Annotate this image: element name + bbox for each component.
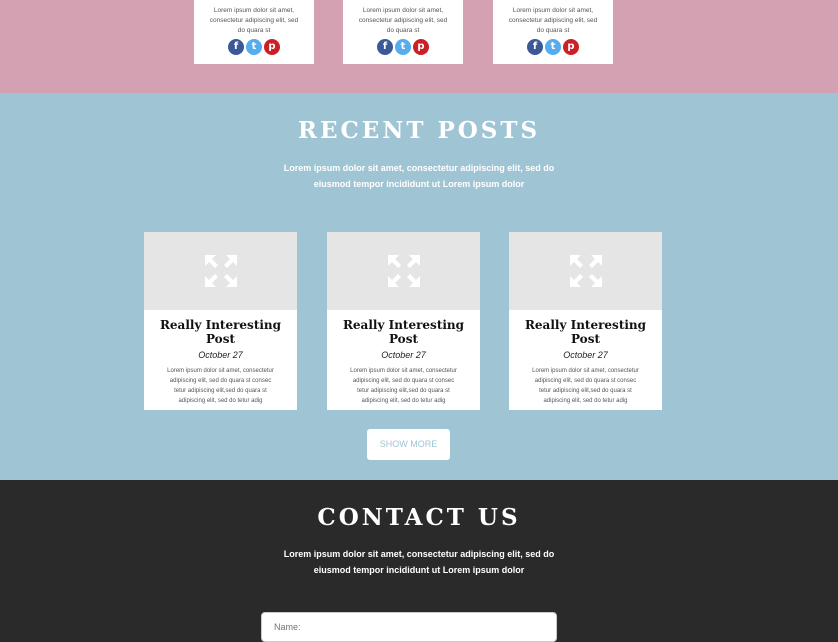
post-date: October 27 bbox=[198, 350, 243, 360]
pinterest-icon[interactable]: p bbox=[264, 39, 280, 55]
post-title[interactable]: Really Interesting Post bbox=[144, 318, 297, 346]
section-title: RECENT POSTS bbox=[297, 117, 541, 144]
post-image bbox=[509, 232, 662, 310]
twitter-icon[interactable]: t bbox=[545, 39, 561, 55]
contact-section: CONTACT US Lorem ipsum dolor sit amet, c… bbox=[0, 480, 838, 642]
post-excerpt: Lorem ipsum dolor sit amet, consectetur … bbox=[350, 368, 457, 404]
team-card: Lorem ipsum dolor sit amet, consectetur … bbox=[343, 0, 463, 64]
social-links: f t p bbox=[343, 39, 463, 55]
expand-arrows-icon bbox=[570, 255, 602, 287]
expand-arrows-icon bbox=[388, 255, 420, 287]
twitter-icon[interactable]: t bbox=[395, 39, 411, 55]
facebook-icon[interactable]: f bbox=[228, 39, 244, 55]
post-title[interactable]: Really Interesting Post bbox=[509, 318, 662, 346]
team-section: Lorem ipsum dolor sit amet, consectetur … bbox=[0, 0, 838, 93]
section-subtitle: Lorem ipsum dolor sit amet, consectetur … bbox=[283, 549, 555, 575]
post-date: October 27 bbox=[381, 350, 426, 360]
facebook-icon[interactable]: f bbox=[377, 39, 393, 55]
team-bio: Lorem ipsum dolor sit amet, consectetur … bbox=[209, 7, 299, 34]
social-links: f t p bbox=[493, 39, 613, 55]
show-more-button[interactable]: SHOW MORE bbox=[367, 429, 450, 460]
team-bio: Lorem ipsum dolor sit amet, consectetur … bbox=[508, 7, 598, 34]
pinterest-icon[interactable]: p bbox=[563, 39, 579, 55]
section-subtitle: Lorem ipsum dolor sit amet, consectetur … bbox=[283, 163, 555, 189]
post-card[interactable]: Really Interesting Post October 27 Lorem… bbox=[509, 232, 662, 410]
post-card[interactable]: Really Interesting Post October 27 Lorem… bbox=[327, 232, 480, 410]
social-links: f t p bbox=[194, 39, 314, 55]
name-field[interactable] bbox=[261, 612, 557, 642]
team-card: Lorem ipsum dolor sit amet, consectetur … bbox=[194, 0, 314, 64]
post-title[interactable]: Really Interesting Post bbox=[327, 318, 480, 346]
twitter-icon[interactable]: t bbox=[246, 39, 262, 55]
post-excerpt: Lorem ipsum dolor sit amet, consectetur … bbox=[167, 368, 274, 404]
team-bio: Lorem ipsum dolor sit amet, consectetur … bbox=[358, 7, 448, 34]
section-title: CONTACT US bbox=[317, 504, 521, 531]
facebook-icon[interactable]: f bbox=[527, 39, 543, 55]
post-image bbox=[144, 232, 297, 310]
post-date: October 27 bbox=[563, 350, 608, 360]
pinterest-icon[interactable]: p bbox=[413, 39, 429, 55]
recent-posts-section: RECENT POSTS Lorem ipsum dolor sit amet,… bbox=[0, 93, 838, 480]
post-image bbox=[327, 232, 480, 310]
post-card[interactable]: Really Interesting Post October 27 Lorem… bbox=[144, 232, 297, 410]
expand-arrows-icon bbox=[205, 255, 237, 287]
team-card: Lorem ipsum dolor sit amet, consectetur … bbox=[493, 0, 613, 64]
post-excerpt: Lorem ipsum dolor sit amet, consectetur … bbox=[532, 368, 639, 404]
